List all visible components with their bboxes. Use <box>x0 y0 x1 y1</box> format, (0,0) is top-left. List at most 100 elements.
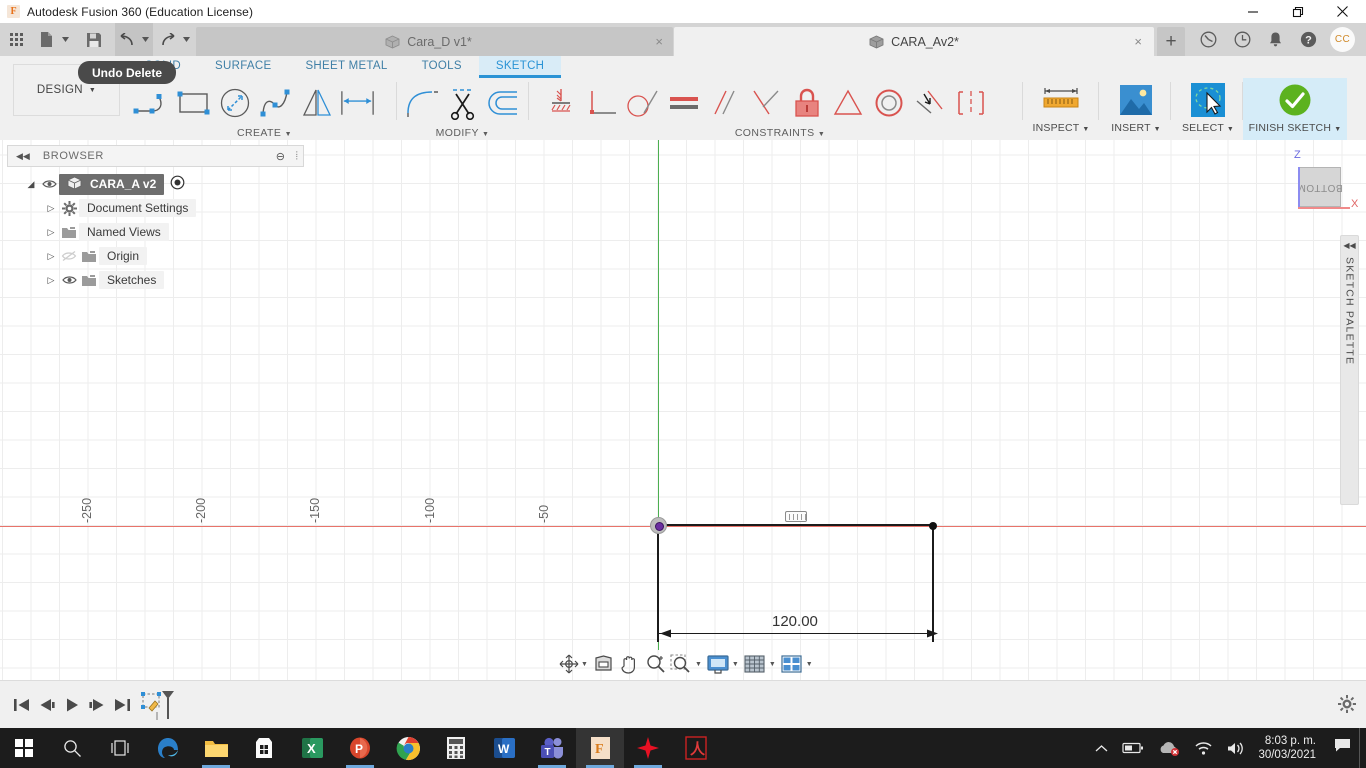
finish-sketch-button[interactable]: FINISH SKETCH ▼ <box>1243 78 1347 140</box>
ribbon-tab-tools[interactable]: TOOLS <box>405 56 479 78</box>
browser-item-label[interactable]: Origin <box>99 247 148 265</box>
show-desktop-button[interactable] <box>1359 728 1366 768</box>
browser-item-named-views[interactable]: ▷ Named Views <box>7 220 304 244</box>
constraint-fix-lock[interactable] <box>786 81 827 125</box>
constraint-parallel[interactable] <box>704 81 745 125</box>
pan-look-at-tool[interactable] <box>591 651 617 677</box>
battery-icon[interactable] <box>1115 742 1151 754</box>
view-cube[interactable]: BOTTOM Z X <box>1276 145 1358 215</box>
sketch-line-left-vertical[interactable] <box>657 524 659 642</box>
grid-snaps-tool[interactable] <box>742 651 768 677</box>
visibility-eye-icon[interactable] <box>39 179 59 189</box>
expander-triangle-icon[interactable]: ◢ <box>23 179 39 190</box>
volume-icon[interactable] <box>1219 741 1252 756</box>
expander-triangle-icon[interactable]: ▷ <box>43 275 59 286</box>
zoom-window-tool[interactable] <box>669 651 694 677</box>
wifi-icon[interactable] <box>1187 741 1219 755</box>
pan-tool[interactable] <box>617 651 643 677</box>
fusion360-icon[interactable]: F <box>576 728 624 768</box>
recent-activity-icon[interactable] <box>1226 23 1259 56</box>
zoom-window-dropdown-caret[interactable]: ▼ <box>695 651 702 677</box>
display-settings-tool[interactable] <box>705 651 731 677</box>
sketch-endpoint[interactable] <box>929 522 937 530</box>
timeline-play[interactable] <box>58 693 86 717</box>
visibility-eye-off-icon[interactable] <box>59 250 79 262</box>
show-hidden-icons-icon[interactable] <box>1088 744 1115 753</box>
chrome-icon[interactable] <box>384 728 432 768</box>
sketch-offset-tool[interactable] <box>482 81 523 125</box>
sketch-palette-tab[interactable]: ◀◀ SKETCH PALETTE <box>1340 235 1359 505</box>
grid-snaps-dropdown-caret[interactable]: ▼ <box>769 651 776 677</box>
orbit-tool[interactable] <box>558 651 580 677</box>
sketch-fillet-tool[interactable] <box>400 81 441 125</box>
select-button[interactable]: SELECT ▼ <box>1172 78 1244 140</box>
viewports-dropdown-caret[interactable]: ▼ <box>806 651 813 677</box>
display-settings-dropdown-caret[interactable]: ▼ <box>732 651 739 677</box>
expander-triangle-icon[interactable]: ▷ <box>43 251 59 262</box>
calculator-icon[interactable] <box>432 728 480 768</box>
constraint-horizontal-vertical[interactable] <box>581 81 622 125</box>
activate-component-radio[interactable] <box>170 175 185 193</box>
excel-icon[interactable]: X <box>288 728 336 768</box>
browser-item-row[interactable]: CARA_A v2 <box>59 173 165 195</box>
document-tab-close-icon[interactable]: × <box>655 34 663 49</box>
restore-button[interactable] <box>1275 0 1320 23</box>
visibility-eye-icon[interactable] <box>59 275 79 285</box>
viewports-tool[interactable] <box>779 651 805 677</box>
view-cube-face[interactable]: BOTTOM <box>1297 167 1343 207</box>
ribbon-tab-surface[interactable]: SURFACE <box>198 56 288 78</box>
inventor-icon[interactable] <box>624 728 672 768</box>
powerpoint-icon[interactable]: P <box>336 728 384 768</box>
teams-icon[interactable]: T <box>528 728 576 768</box>
timeline-step-back[interactable] <box>33 693 61 717</box>
new-tab-button[interactable]: + <box>1157 27 1185 56</box>
inspect-button[interactable]: INSPECT ▼ <box>1025 78 1097 140</box>
expander-triangle-icon[interactable]: ▷ <box>43 227 59 238</box>
grip-icon[interactable]: ⦙ <box>296 150 298 163</box>
action-center-icon[interactable] <box>1326 738 1359 758</box>
acrobat-reader-icon[interactable]: 人 <box>672 728 720 768</box>
task-view-icon[interactable] <box>96 728 144 768</box>
sketch-line-horizontal[interactable] <box>658 524 935 526</box>
timeline-go-to-end[interactable] <box>108 693 136 717</box>
orbit-dropdown-caret[interactable]: ▼ <box>581 651 588 677</box>
sketch-circle-tool[interactable] <box>214 81 255 125</box>
ribbon-tab-sheet-metal[interactable]: SHEET METAL <box>288 56 404 78</box>
constraint-tangent[interactable] <box>622 81 663 125</box>
clock[interactable]: 8:03 p. m. 30/03/2021 <box>1252 734 1326 762</box>
browser-item-label[interactable]: Sketches <box>99 271 165 289</box>
browser-item-label[interactable]: Named Views <box>79 223 169 241</box>
windows-start-icon[interactable] <box>0 728 48 768</box>
zoom-tool[interactable] <box>643 651 669 677</box>
constraint-collinear[interactable] <box>909 81 950 125</box>
timeline-go-to-beginning[interactable] <box>8 693 36 717</box>
browser-item-origin[interactable]: ▷ Origin <box>7 244 304 268</box>
constraint-perpendicular[interactable] <box>745 81 786 125</box>
ribbon-group-label[interactable]: CONSTRAINTS ▼ <box>540 127 1020 139</box>
sketch-origin-point[interactable] <box>650 517 667 534</box>
file-explorer-icon[interactable] <box>192 728 240 768</box>
expander-triangle-icon[interactable]: ▷ <box>43 203 59 214</box>
double-chevron-left-icon[interactable]: ◀◀ <box>16 151 30 162</box>
browser-item-document-settings[interactable]: ▷ Document Settings <box>7 196 304 220</box>
timeline-feature-sketch[interactable] <box>140 689 178 721</box>
sketch-spline-tool[interactable] <box>255 81 296 125</box>
avatar[interactable]: CC <box>1326 23 1359 56</box>
horizontal-constraint-icon[interactable] <box>785 511 807 522</box>
browser-item-label[interactable]: Document Settings <box>79 199 197 217</box>
onedrive-error-icon[interactable] <box>1151 741 1187 756</box>
sketch-mirror-tool[interactable] <box>296 81 337 125</box>
sketch-rectangle-tool[interactable] <box>173 81 214 125</box>
sketch-line-right-vertical[interactable] <box>932 524 934 642</box>
ribbon-group-label[interactable]: MODIFY ▼ <box>400 127 525 139</box>
minimize-button[interactable] <box>1230 0 1275 23</box>
document-tab-close-icon[interactable]: × <box>1134 34 1142 49</box>
close-button[interactable] <box>1320 0 1365 23</box>
timeline-settings-gear-icon[interactable] <box>1338 695 1356 718</box>
sketch-line-tool[interactable] <box>132 81 173 125</box>
design-canvas[interactable]: -250 -200 -150 -100 -50 120.00 BOTTOM Z … <box>0 140 1366 680</box>
minus-circle-icon[interactable]: ⊖ <box>276 150 285 163</box>
constraint-fix-unfix[interactable] <box>540 81 581 125</box>
sketch-dimension-tool[interactable] <box>337 81 378 125</box>
document-tab-cara-d[interactable]: Cara_D v1* × <box>196 27 673 56</box>
